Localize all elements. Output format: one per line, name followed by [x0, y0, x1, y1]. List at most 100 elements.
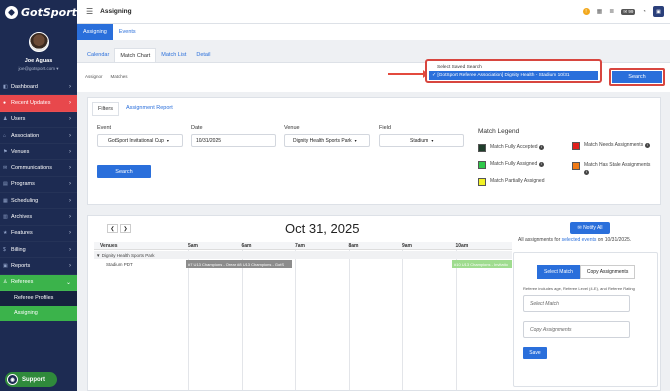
previous-day-button[interactable]: ❮ [107, 224, 118, 233]
save-button[interactable]: Save [523, 347, 547, 359]
sidebar-item-label: Billing [11, 246, 26, 253]
sidebar-subitem-assigning[interactable]: Assigning [0, 305, 77, 321]
venue-select[interactable]: Dignity Health Sports Park ▾ [284, 134, 370, 147]
search-button[interactable]: Search [97, 165, 151, 178]
tab-match-chart[interactable]: Match Chart [114, 48, 157, 62]
sidebar: GotSport Joe Aguas joe@gotsport.com ▾ ◧ D… [0, 0, 77, 391]
legend-swatch [478, 161, 486, 169]
legend-label: Match Partially Assigned [490, 178, 545, 184]
chevron-right-icon: › [69, 83, 71, 90]
selected-events-link[interactable]: selected events [562, 237, 597, 243]
tab-match-list[interactable]: Match List [156, 48, 191, 62]
search-saved-button[interactable]: Search [612, 71, 662, 83]
event-select[interactable]: GotSport Invitational Cup ▾ [97, 134, 183, 147]
breadcrumb-matches[interactable]: Matches [111, 74, 128, 79]
sidebar-item-users[interactable]: ♟ Users › [0, 112, 77, 128]
chat-icon[interactable]: ◔ [642, 9, 646, 15]
tab-events[interactable]: Events [113, 24, 142, 40]
caret-down-icon: ▾ [431, 138, 434, 143]
tab-assigning[interactable]: Assigning [77, 24, 113, 40]
avatar[interactable] [28, 32, 49, 52]
support-label: Support [22, 376, 45, 383]
sidebar-item-scheduling[interactable]: ▦ Scheduling › [0, 193, 77, 210]
hour-gridline [455, 250, 457, 390]
hour-label: 6am [241, 243, 252, 249]
info-icon[interactable]: i [644, 143, 650, 148]
account-icon[interactable]: ▣ [653, 6, 664, 17]
referees-subnav: Referee Profiles Assigning [0, 290, 77, 321]
reports-icon: ▣ [3, 262, 8, 269]
date-input[interactable]: 10/31/2025 [191, 134, 276, 147]
breadcrumb-assignor[interactable]: Assignor [85, 74, 103, 79]
updates-icon: ● [3, 99, 7, 106]
select-match-toggle[interactable]: Select Match [537, 265, 580, 279]
alert-icon[interactable]: ! [582, 8, 590, 15]
sidebar-item-billing[interactable]: $ Billing › [0, 242, 77, 259]
users-icon: ♟ [3, 116, 8, 123]
archives-icon: ▥ [3, 214, 8, 221]
sidebar-item-reports[interactable]: ▣ Reports › [0, 258, 77, 275]
logo[interactable]: GotSport [0, 0, 77, 24]
sidebar-item-label: Scheduling [11, 197, 39, 204]
sidebar-item-referees[interactable]: ♙ Referees ⌄ [0, 274, 77, 291]
match-block[interactable]: #7 U13 Champions - Orear #8 U13 Champion… [186, 260, 292, 268]
info-icon[interactable]: i [584, 170, 589, 175]
event-label: Event [97, 125, 112, 131]
saved-search-dropdown[interactable]: Select Saved Search ✓ [GotSport Referee … [425, 59, 602, 83]
field-select[interactable]: Stadium ▾ [379, 134, 464, 147]
annotation-arrow [388, 70, 428, 78]
tab-filters[interactable]: Filters [92, 102, 119, 116]
copy-assignments-input[interactable]: Copy Assignments [523, 321, 630, 338]
venue-label: Stadium PDT [106, 261, 133, 267]
sidebar-item-venues[interactable]: ⚑ Venues › [0, 144, 77, 161]
tab-calendar[interactable]: Calendar [82, 48, 114, 62]
sidebar-item-archives[interactable]: ▥ Archives › [0, 209, 77, 226]
sidebar-item-communications[interactable]: ✉ Communications › [0, 160, 77, 177]
info-icon[interactable]: i [538, 145, 544, 150]
tab-detail[interactable]: Detail [191, 48, 215, 62]
info-icon[interactable]: i [538, 162, 544, 167]
legend-swatch [478, 178, 486, 186]
sidebar-subitem-referee-profiles[interactable]: Referee Profiles [0, 291, 77, 306]
hour-gridline [402, 250, 403, 390]
grid-icon[interactable]: ▦ [597, 8, 603, 15]
tab-assignment-report[interactable]: Assignment Report [121, 102, 178, 116]
legend-label: Match Fully Accepted i [490, 144, 544, 152]
support-button[interactable]: ◉ Support [5, 372, 57, 387]
assignment-form: Select Match Copy Assignments Referee in… [513, 252, 658, 387]
chart-date: Oct 31, 2025 [285, 221, 360, 236]
profile-email[interactable]: joe@gotsport.com ▾ [18, 66, 58, 72]
saved-search-option[interactable]: ✓ [GotSport Referee Association] Dignity… [429, 71, 598, 80]
match-block[interactable]: #10 U13 Champions - Invitatio [452, 260, 512, 268]
chevron-right-icon: › [69, 116, 71, 123]
programs-icon: ▤ [3, 181, 8, 188]
menu-icon[interactable]: ☰ [86, 7, 93, 16]
sidebar-item-association[interactable]: ⌂ Association › [0, 128, 77, 145]
chat-icon: ◉ [7, 374, 18, 385]
caret-down-icon: ▾ [166, 138, 169, 143]
chevron-right-icon: › [69, 132, 71, 139]
mail-icon[interactable]: ✉ 99 [621, 8, 636, 15]
sidebar-item-dashboard[interactable]: ◧ Dashboard › [0, 79, 77, 96]
soccer-ball-icon [5, 5, 18, 19]
notify-all-button[interactable]: ✉ Notify All [570, 222, 610, 234]
sidebar-item-programs[interactable]: ▤ Programs › [0, 177, 77, 194]
venue-group-row[interactable]: ▼ Dignity Health Sports Park [94, 251, 512, 259]
saved-search-header: Select Saved Search [437, 64, 482, 70]
select-match-input[interactable]: Select Match [523, 295, 630, 312]
search-button-highlight: Search [609, 68, 665, 86]
chevron-right-icon: › [69, 181, 71, 188]
venue-row: Stadium PDT [94, 260, 512, 268]
next-day-button[interactable]: ❯ [120, 224, 131, 233]
sidebar-item-label: Reports [11, 262, 31, 269]
copy-assignments-toggle[interactable]: Copy Assignments [579, 265, 636, 279]
hour-label: 9am [402, 243, 413, 249]
scheduling-icon: ▦ [3, 197, 8, 204]
sidebar-item-recent-updates[interactable]: ● Recent Updates › [0, 95, 77, 112]
sidebar-item-features[interactable]: ★ Features › [0, 226, 77, 242]
sidebar-item-label: Venues [11, 148, 30, 155]
list-icon[interactable]: ≣ [609, 8, 614, 15]
chevron-right-icon: › [69, 165, 71, 172]
legend-item: Match Fully Assigned i [478, 161, 558, 169]
profile-name: Joe Aguas [24, 58, 53, 64]
